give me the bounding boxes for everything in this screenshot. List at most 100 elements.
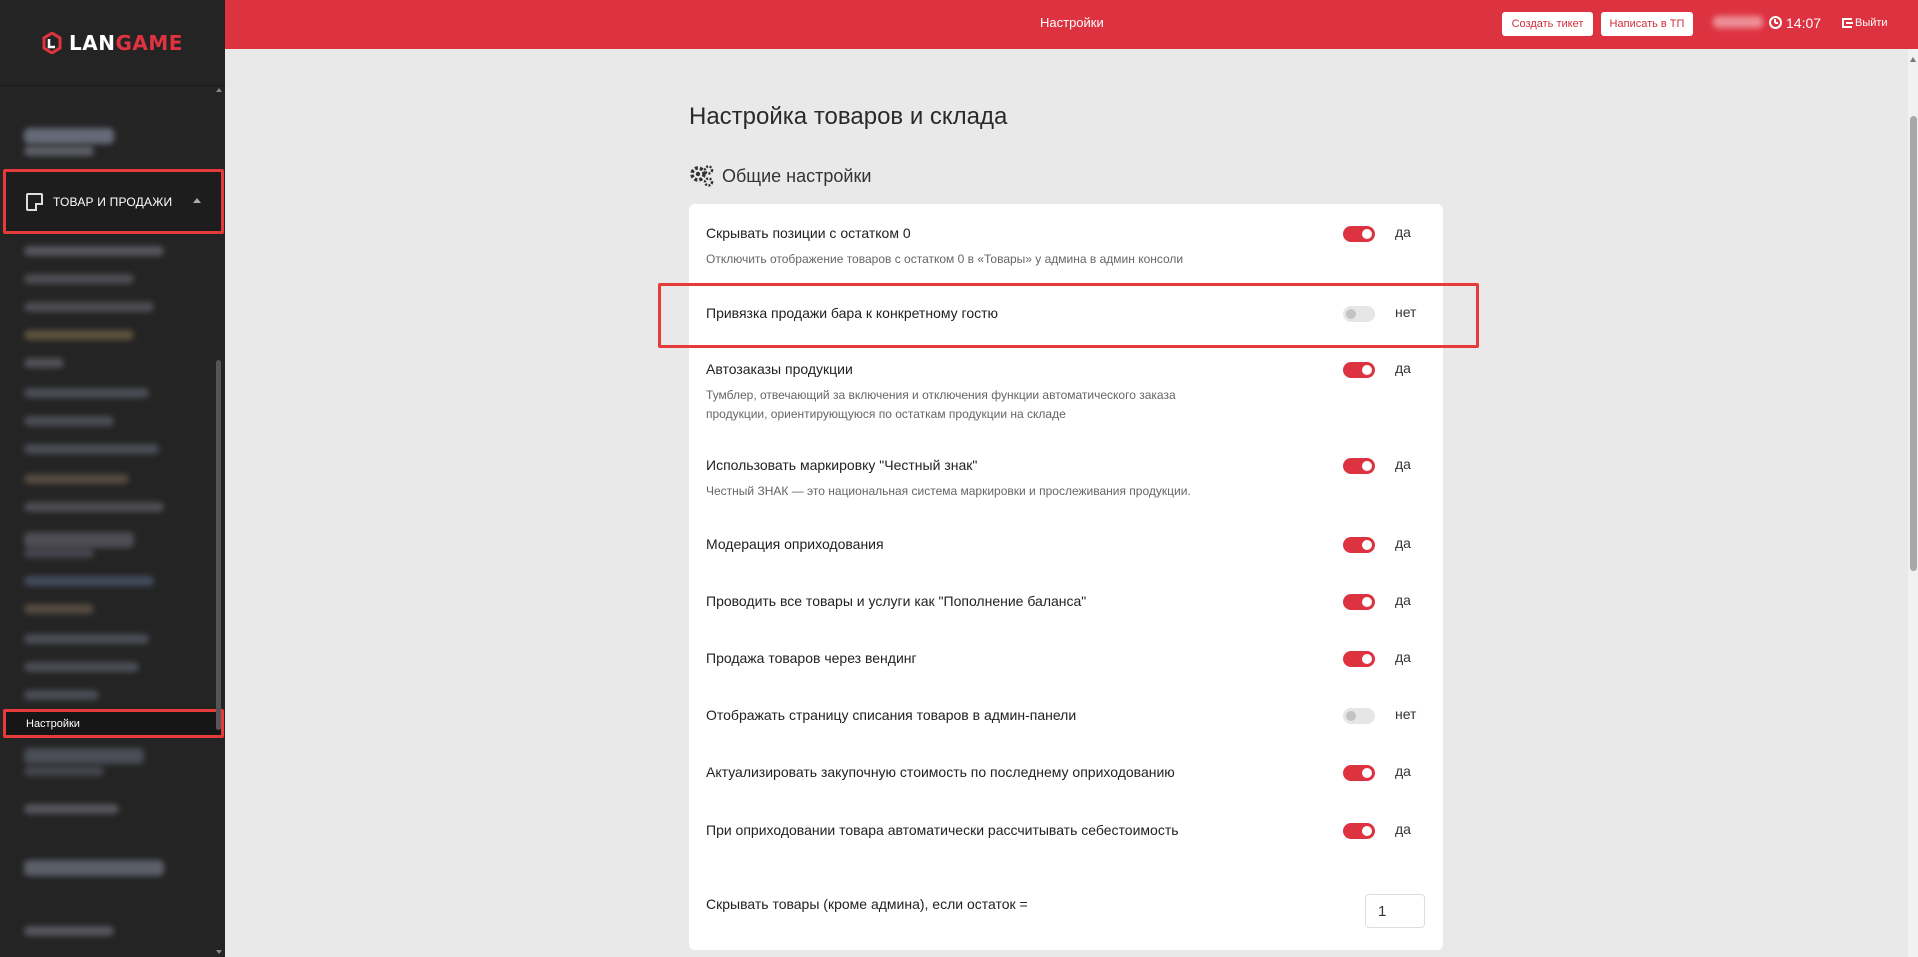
topbar: Настройки Создать тикет Написать в ТП 14… xyxy=(225,0,1918,49)
setting-balance-topup: Проводить все товары и услуги как "Попол… xyxy=(706,593,1426,609)
setting-title: Модерация оприходования xyxy=(706,536,884,552)
setting-description: Отключить отображение товаров с остатком… xyxy=(706,252,1184,266)
toggle-balance-topup[interactable] xyxy=(1343,594,1375,610)
setting-receipt-moderation: Модерация оприходования xyxy=(706,536,1426,552)
logout-icon xyxy=(1842,18,1853,28)
blurred-menu-item[interactable] xyxy=(24,548,94,558)
logo[interactable]: LANGAME xyxy=(0,0,225,86)
toggle-hide-zero-stock[interactable] xyxy=(1343,226,1375,242)
setting-auto-cost-price: При оприходовании товара автоматически р… xyxy=(706,822,1426,838)
blurred-menu-item[interactable] xyxy=(24,766,104,776)
toggle-state-label: да xyxy=(1395,456,1411,472)
blurred-menu-item[interactable] xyxy=(24,330,134,340)
setting-auto-orders: Автозаказы продукции Тумблер, отвечающий… xyxy=(706,361,1426,424)
toggle-knob xyxy=(1346,711,1356,721)
toggle-knob xyxy=(1362,461,1372,471)
toggle-knob xyxy=(1346,309,1356,319)
toggle-state-label: да xyxy=(1395,763,1411,779)
setting-title: Проводить все товары и услуги как "Попол… xyxy=(706,593,1087,609)
logout-button[interactable]: Выйти xyxy=(1842,17,1888,29)
document-icon xyxy=(26,192,43,211)
logout-label: Выйти xyxy=(1855,17,1888,29)
setting-title: Использовать маркировку "Честный знак" xyxy=(706,457,978,473)
setting-honest-sign: Использовать маркировку "Честный знак" Ч… xyxy=(706,457,1426,501)
hide-threshold-input[interactable] xyxy=(1365,894,1425,928)
toggle-writeoff-page[interactable] xyxy=(1343,708,1375,724)
toggle-bar-sale-guest-binding[interactable] xyxy=(1343,306,1375,322)
blurred-menu-item[interactable] xyxy=(24,604,94,614)
toggle-knob xyxy=(1362,597,1372,607)
blurred-menu-item[interactable] xyxy=(24,804,119,814)
blurred-menu-item[interactable] xyxy=(24,302,154,312)
toggle-state-label: да xyxy=(1395,360,1411,376)
toggle-knob xyxy=(1362,229,1372,239)
blurred-menu-item[interactable] xyxy=(24,246,164,256)
blurred-menu-item[interactable] xyxy=(24,662,139,672)
sidebar-scrollbar[interactable] xyxy=(216,360,221,730)
sidebar-scroll-up-icon[interactable] xyxy=(216,88,222,92)
setting-description: Честный ЗНАК — это национальная система … xyxy=(706,484,1191,498)
sidebar-scroll-down-icon[interactable] xyxy=(216,950,222,954)
toggle-state-label: да xyxy=(1395,224,1411,240)
sidebar-item-label: Настройки xyxy=(26,718,80,730)
blurred-menu-item[interactable] xyxy=(24,388,149,398)
settings-card: Скрывать позиции с остатком 0 Отключить … xyxy=(689,204,1443,950)
create-ticket-button[interactable]: Создать тикет xyxy=(1502,12,1593,36)
blurred-menu-item[interactable] xyxy=(24,146,94,156)
toggle-auto-orders[interactable] xyxy=(1343,362,1375,378)
blurred-menu-item[interactable] xyxy=(24,690,99,700)
blurred-menu-item[interactable] xyxy=(24,860,164,876)
blurred-menu-item[interactable] xyxy=(24,502,164,512)
blurred-menu-item[interactable] xyxy=(24,634,149,644)
setting-description: Тумблер, отвечающий за включения и отклю… xyxy=(706,388,1176,421)
blurred-menu-item[interactable] xyxy=(24,576,154,586)
blurred-menu-item[interactable] xyxy=(24,444,159,454)
chevron-up-icon xyxy=(193,198,201,203)
toggle-vending-sales[interactable] xyxy=(1343,651,1375,667)
blurred-menu-item[interactable] xyxy=(24,274,134,284)
setting-title: Скрывать позиции с остатком 0 xyxy=(706,225,911,241)
setting-title: Продажа товаров через вендинг xyxy=(706,650,917,666)
main-scroll-up-icon[interactable] xyxy=(1910,57,1916,62)
clock-icon xyxy=(1769,16,1782,29)
blurred-menu-item[interactable] xyxy=(24,926,114,936)
blurred-menu-item[interactable] xyxy=(24,474,129,484)
setting-title: Актуализировать закупочную стоимость по … xyxy=(706,764,1175,780)
toggle-honest-sign[interactable] xyxy=(1343,458,1375,474)
main-scrollbar-thumb[interactable] xyxy=(1910,116,1917,571)
toggle-receipt-moderation[interactable] xyxy=(1343,537,1375,553)
toggle-state-label: да xyxy=(1395,649,1411,665)
toggle-state-label: да xyxy=(1395,535,1411,551)
toggle-state-label: нет xyxy=(1395,304,1417,320)
blurred-menu-item[interactable] xyxy=(24,128,114,144)
sidebar-section-goods-and-sales[interactable]: ТОВАР И ПРОДАЖИ xyxy=(4,170,223,233)
page-title: Настройка товаров и склада xyxy=(689,103,1008,130)
logo-text-lan: LAN xyxy=(69,30,116,55)
toggle-knob xyxy=(1362,540,1372,550)
setting-writeoff-page: Отображать страницу списания товаров в а… xyxy=(706,707,1426,723)
toggle-update-purchase-cost[interactable] xyxy=(1343,765,1375,781)
user-name-blurred[interactable] xyxy=(1713,16,1763,28)
setting-title: Отображать страницу списания товаров в а… xyxy=(706,707,1077,723)
setting-hide-threshold: Скрывать товары (кроме админа), если ост… xyxy=(706,896,1426,912)
blurred-menu-item[interactable] xyxy=(24,358,64,368)
toggle-auto-cost-price[interactable] xyxy=(1343,823,1375,839)
langame-logo-icon xyxy=(42,31,62,54)
toggle-state-label: да xyxy=(1395,592,1411,608)
toggle-state-label: да xyxy=(1395,821,1411,837)
sidebar-item-settings[interactable]: Настройки xyxy=(4,712,223,736)
blurred-menu-item[interactable] xyxy=(24,532,134,548)
write-support-button[interactable]: Написать в ТП xyxy=(1601,12,1693,36)
section-title: Общие настройки xyxy=(722,165,872,186)
clock-time: 14:07 xyxy=(1786,15,1822,31)
logo-text-game: GAME xyxy=(115,30,183,55)
setting-title: Скрывать товары (кроме админа), если ост… xyxy=(706,896,1028,912)
blurred-menu-item[interactable] xyxy=(24,748,144,764)
toggle-knob xyxy=(1362,365,1372,375)
blurred-menu-item[interactable] xyxy=(24,416,114,426)
toggle-knob xyxy=(1362,768,1372,778)
toggle-state-label: нет xyxy=(1395,706,1417,722)
toggle-knob xyxy=(1362,826,1372,836)
setting-update-purchase-cost: Актуализировать закупочную стоимость по … xyxy=(706,764,1426,780)
topbar-title: Настройки xyxy=(1040,15,1104,30)
